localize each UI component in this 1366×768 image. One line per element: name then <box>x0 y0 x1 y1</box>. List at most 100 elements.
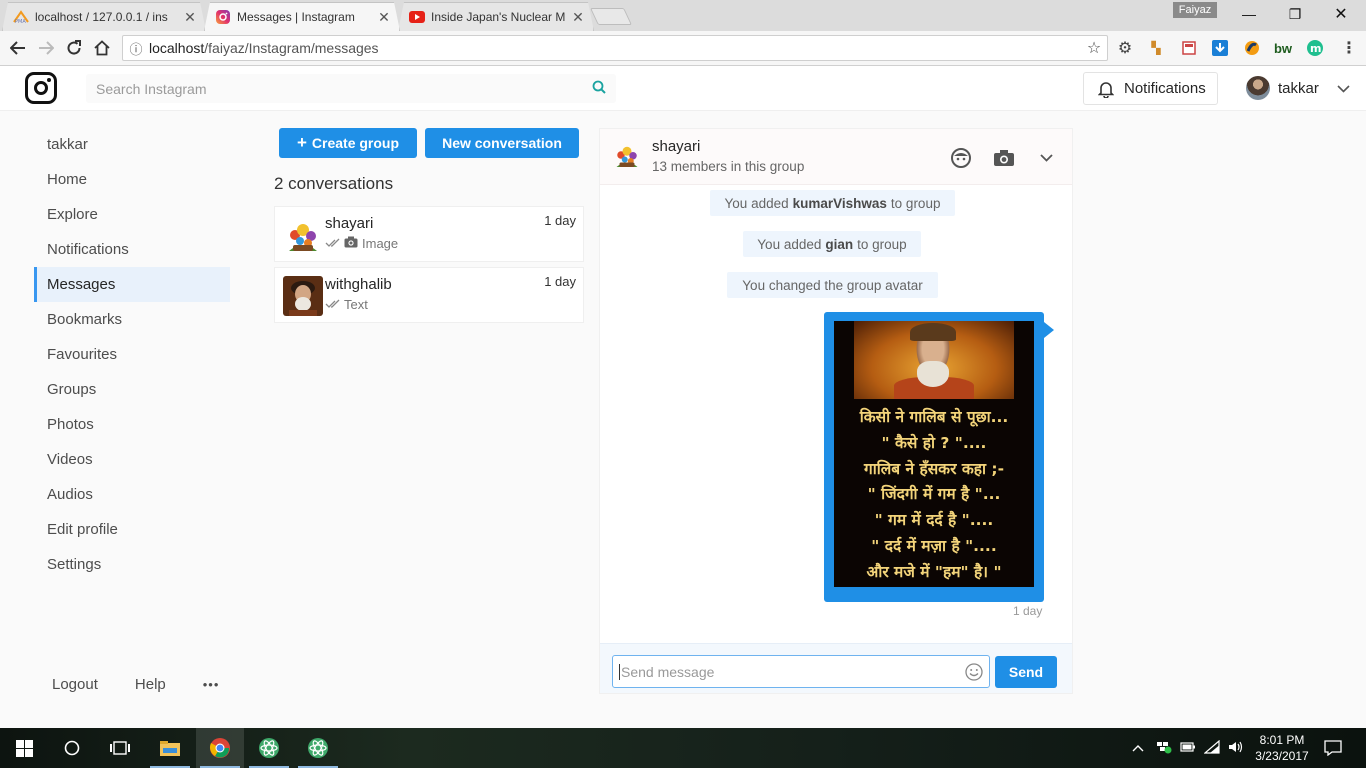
user-menu[interactable]: takkar <box>1246 75 1350 101</box>
instagram-header: Search Instagram Notifications takkar <box>0 66 1366 111</box>
plus-icon: + <box>296 133 307 152</box>
minimize-icon[interactable]: — <box>1226 0 1272 28</box>
create-group-button[interactable]: + Create group <box>279 128 417 158</box>
notifications-button[interactable]: Notifications <box>1083 72 1218 105</box>
close-icon[interactable]: ✕ <box>571 9 585 26</box>
group-face-icon[interactable] <box>949 147 973 169</box>
sidebar-item-settings[interactable]: Settings <box>34 547 230 582</box>
gear-icon[interactable]: ⚙ <box>1116 39 1134 57</box>
browser-tab-youtube[interactable]: Inside Japan's Nuclear M ✕ <box>398 2 594 31</box>
message-input-placeholder: Send message <box>621 663 715 680</box>
chevron-down-icon[interactable] <box>1337 80 1350 97</box>
sidebar-item-videos[interactable]: Videos <box>34 442 230 477</box>
system-message-user: kumarVishwas <box>792 195 887 211</box>
close-icon[interactable]: ✕ <box>377 9 391 26</box>
instagram-logo-icon[interactable] <box>25 72 57 104</box>
extension-clipper-icon[interactable] <box>1180 39 1198 57</box>
help-link[interactable]: Help <box>135 676 166 693</box>
sidebar-item-profile[interactable]: takkar <box>34 127 230 162</box>
extension-flag-icon[interactable]: ▚ <box>1147 39 1165 57</box>
windows-start-icon[interactable] <box>0 728 48 768</box>
send-button[interactable]: Send <box>995 656 1057 688</box>
double-check-icon <box>325 236 341 251</box>
browser-tab-instagram[interactable]: Messages | Instagram ✕ <box>204 2 400 31</box>
download-icon[interactable] <box>1211 39 1229 57</box>
volume-icon[interactable] <box>1228 740 1244 757</box>
camera-icon[interactable] <box>992 147 1016 169</box>
browser-tabbar: PMA localhost / 127.0.0.1 / ins ✕ Messag… <box>0 0 1366 31</box>
address-bar[interactable]: ⓘ localhost/faiyaz/Instagram/messages ☆ <box>122 35 1108 61</box>
wifi-icon[interactable] <box>1203 739 1220 757</box>
close-icon[interactable]: ✕ <box>183 9 197 26</box>
tab-title: Inside Japan's Nuclear M <box>431 10 565 24</box>
system-message-text: to group <box>890 195 941 211</box>
sidebar-item-favourites[interactable]: Favourites <box>34 337 230 372</box>
back-arrow-icon[interactable] <box>6 36 30 60</box>
more-options-icon[interactable]: ••• <box>203 677 220 692</box>
forward-arrow-icon[interactable] <box>34 36 58 60</box>
sidebar-item-messages[interactable]: Messages <box>34 267 230 302</box>
emoji-icon[interactable] <box>965 663 983 684</box>
image-message-bubble[interactable]: किसी ने गालिब से पूछा... " कैसे हो ? "..… <box>824 312 1054 602</box>
conversation-item-withghalib[interactable]: withghalib Text 1 day <box>274 267 584 323</box>
sidebar-item-explore[interactable]: Explore <box>34 197 230 232</box>
group-avatar[interactable] <box>612 140 642 170</box>
conversation-item-shayari[interactable]: shayari Image 1 day <box>274 206 584 262</box>
message-input[interactable]: Send message <box>612 655 990 688</box>
sync-status-icon[interactable] <box>1156 740 1172 757</box>
home-icon[interactable] <box>90 36 114 60</box>
clock-date: 3/23/2017 <box>1255 749 1309 763</box>
sidebar-item-home[interactable]: Home <box>34 162 230 197</box>
chrome-icon[interactable] <box>196 728 244 768</box>
svg-text:PMA: PMA <box>15 19 26 24</box>
last-message-type: Image <box>362 236 399 251</box>
browser-tab-phpmyadmin[interactable]: PMA localhost / 127.0.0.1 / ins ✕ <box>2 2 206 31</box>
sidebar-item-notifications[interactable]: Notifications <box>34 232 230 267</box>
browser-menu-icon[interactable]: ⋮ <box>1340 39 1358 57</box>
logout-link[interactable]: Logout <box>52 676 98 693</box>
extension-m-icon[interactable]: m <box>1306 39 1324 57</box>
sidebar-item-groups[interactable]: Groups <box>34 372 230 407</box>
poet-portrait <box>854 321 1014 399</box>
action-center-icon[interactable] <box>1324 728 1342 768</box>
shayari-image[interactable]: किसी ने गालिब से पूछा... " कैसे हो ? "..… <box>834 321 1034 587</box>
phpmyadmin-icon: PMA <box>13 9 29 25</box>
sidebar-item-photos[interactable]: Photos <box>34 407 230 442</box>
file-explorer-icon[interactable] <box>146 728 194 768</box>
svg-text:m: m <box>1310 42 1321 55</box>
battery-icon[interactable] <box>1180 741 1196 755</box>
chevron-up-icon[interactable] <box>1132 741 1144 755</box>
chevron-down-icon[interactable] <box>1034 147 1058 169</box>
group-name: shayari <box>652 138 701 155</box>
taskbar-clock[interactable]: 8:01 PM 3/23/2017 <box>1250 732 1314 764</box>
search-box[interactable]: Search Instagram <box>86 74 616 103</box>
system-message-text: to group <box>857 236 907 252</box>
search-input[interactable]: Search Instagram <box>96 81 592 97</box>
window-close-icon[interactable]: ✕ <box>1318 0 1364 28</box>
extension-bw-icon[interactable]: bw <box>1274 39 1292 57</box>
sidebar-item-edit-profile[interactable]: Edit profile <box>34 512 230 547</box>
browser-toolbar: ⓘ localhost/faiyaz/Instagram/messages ☆ … <box>0 31 1366 66</box>
extension-circle-icon[interactable] <box>1243 39 1261 57</box>
sidebar-item-audios[interactable]: Audios <box>34 477 230 512</box>
double-check-icon <box>325 297 341 312</box>
atom-editor-icon[interactable] <box>245 728 293 768</box>
restore-icon[interactable]: ❐ <box>1272 0 1318 28</box>
new-conversation-button[interactable]: New conversation <box>425 128 579 158</box>
conversation-count: 2 conversations <box>274 174 394 193</box>
info-icon[interactable]: ⓘ <box>123 39 149 58</box>
new-tab-button[interactable] <box>590 8 632 25</box>
task-view-icon[interactable] <box>96 728 144 768</box>
bookmark-star-icon[interactable]: ☆ <box>1081 38 1107 58</box>
message-composer: Send message Send <box>600 643 1072 693</box>
clock-time: 8:01 PM <box>1259 733 1305 747</box>
sidebar-item-bookmarks[interactable]: Bookmarks <box>34 302 230 337</box>
browser-profile-name[interactable]: Faiyaz <box>1173 2 1217 18</box>
system-message-text: You added <box>757 236 822 252</box>
reload-icon[interactable] <box>62 36 86 60</box>
atom-editor-icon[interactable] <box>294 728 342 768</box>
cortana-search-icon[interactable] <box>48 728 96 768</box>
chat-panel: shayari 13 members in this group You add… <box>599 128 1073 694</box>
search-icon[interactable] <box>592 80 606 97</box>
conversation-name: withghalib <box>325 276 392 293</box>
